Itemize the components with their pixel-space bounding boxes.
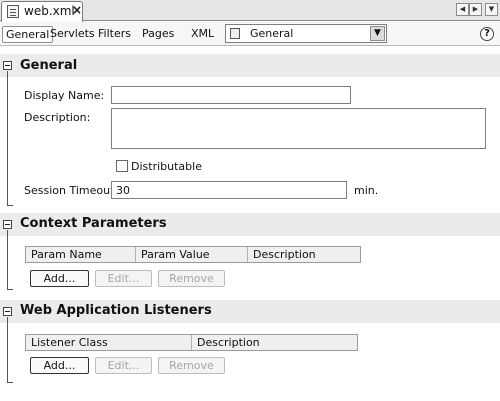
chevron-down-icon[interactable]: ▼	[370, 26, 385, 41]
section-title-listeners: Web Application Listeners	[20, 303, 212, 318]
collapse-listeners-icon[interactable]	[3, 307, 12, 316]
tab-general[interactable]: General	[2, 26, 54, 43]
tab-xml[interactable]: XML	[188, 26, 217, 43]
section-bracket	[7, 71, 8, 206]
distributable-checkbox[interactable]	[116, 160, 128, 172]
tab-filters[interactable]: Filters	[95, 26, 134, 43]
remove-context-parameter-button[interactable]: Remove	[158, 270, 225, 287]
section-bracket	[7, 317, 8, 383]
add-context-parameter-button[interactable]: Add...	[30, 270, 89, 287]
display-name-label: Display Name:	[24, 89, 105, 102]
session-timeout-field[interactable]: 30	[111, 181, 347, 199]
document-tab-web-xml[interactable]: web.xml ×	[1, 1, 83, 22]
distributable-label: Distributable	[131, 160, 202, 173]
help-icon[interactable]: ?	[480, 27, 494, 41]
remove-listener-button[interactable]: Remove	[158, 357, 225, 374]
xml-file-icon	[7, 5, 19, 18]
section-title-general: General	[20, 58, 78, 73]
close-tab-icon[interactable]: ×	[72, 3, 82, 17]
dropdown-value: General	[250, 27, 294, 40]
scroll-right-icon[interactable]: ▶	[469, 3, 482, 16]
tab-pages[interactable]: Pages	[139, 26, 177, 43]
display-name-field[interactable]	[111, 86, 351, 104]
edit-context-parameter-button[interactable]: Edit...	[95, 270, 152, 287]
section-title-context-parameters: Context Parameters	[20, 216, 167, 231]
column-header-listener-class[interactable]: Listener Class	[26, 335, 192, 350]
description-field[interactable]	[111, 108, 486, 149]
section-navigator-dropdown[interactable]: General ▼	[225, 24, 387, 43]
tab-servlets[interactable]: Servlets	[47, 26, 98, 43]
section-bracket-end	[7, 382, 13, 383]
column-header-param-value[interactable]: Param Value	[136, 247, 248, 262]
section-bracket-end	[7, 289, 13, 290]
section-bracket	[7, 230, 8, 290]
section-bracket-end	[7, 205, 13, 206]
section-icon	[230, 28, 240, 39]
session-timeout-label: Session Timeout:	[24, 184, 119, 197]
column-header-description[interactable]: Description	[192, 335, 357, 350]
context-parameters-table-header: Param Name Param Value Description	[25, 246, 361, 263]
document-tab-label: web.xml	[24, 4, 75, 18]
description-label: Description:	[24, 111, 91, 124]
column-header-param-name[interactable]: Param Name	[26, 247, 136, 262]
column-header-description[interactable]: Description	[248, 247, 360, 262]
listeners-table-header: Listener Class Description	[25, 334, 358, 351]
collapse-general-icon[interactable]	[3, 61, 12, 70]
document-list-icon[interactable]: ▼	[485, 3, 498, 16]
edit-listener-button[interactable]: Edit...	[95, 357, 152, 374]
add-listener-button[interactable]: Add...	[30, 357, 89, 374]
collapse-context-parameters-icon[interactable]	[3, 220, 12, 229]
scroll-left-icon[interactable]: ◀	[456, 3, 469, 16]
session-timeout-unit: min.	[354, 184, 379, 197]
